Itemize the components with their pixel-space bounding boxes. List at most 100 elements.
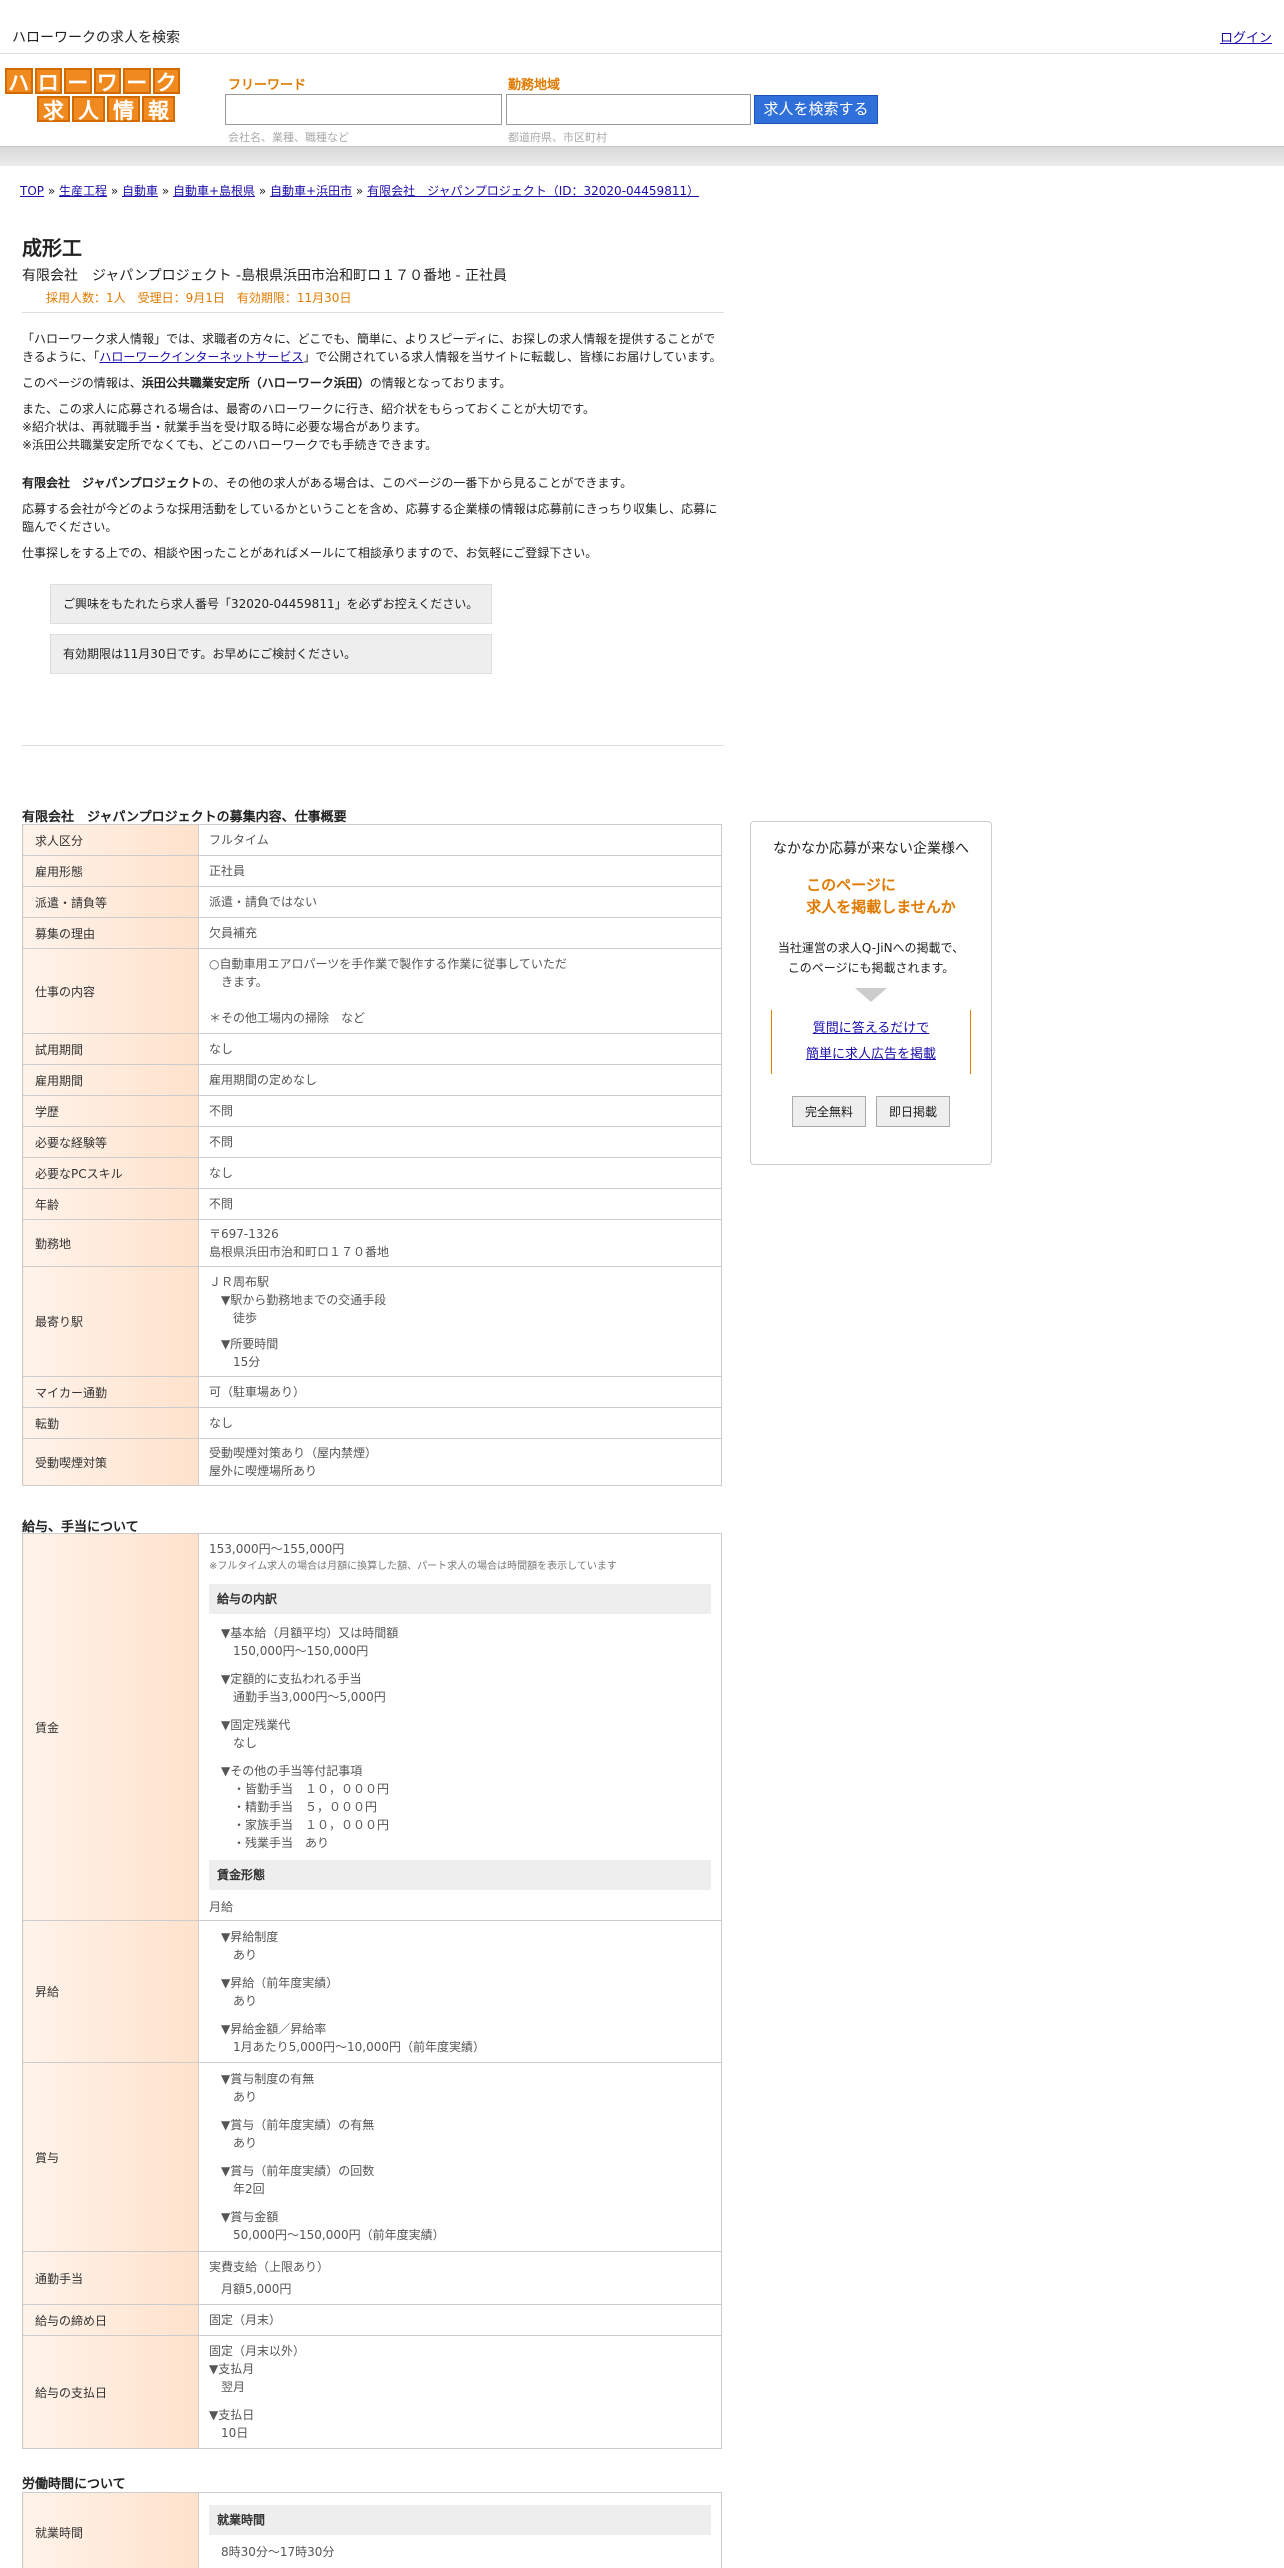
intro-paragraph: 応募する会社が今どのような採用活動をしているかということを含め、応募する企業様の… (22, 502, 718, 534)
ad-link-box: 質問に答えるだけで 簡単に求人広告を掲載 (771, 1010, 971, 1074)
row-value: 就業時間 8時30分〜17時30分 (198, 2492, 722, 2568)
area-input[interactable] (506, 94, 751, 125)
intro-paragraph: また、この求人に応募される場合は、最寄のハローワークに行き、紹介状をもらっておく… (22, 402, 596, 452)
table-row: 賞与 ▼賞与制度の有無 あり ▼賞与（前年度実績）の有無 あり ▼賞与（前年度実績）… (22, 2062, 722, 2252)
table-row: 仕事の内容 ○自動車用エアロパーツを手作業で製作する作業に従事していただ きます。… (22, 948, 722, 1034)
row-value: 可（駐車場あり） (198, 1376, 722, 1408)
row-value: なし (198, 1033, 722, 1065)
logo-char: ロ (34, 68, 62, 95)
area-label: 勤務地域 (508, 78, 561, 93)
row-label: 転勤 (22, 1407, 199, 1439)
row-label: 賞与 (22, 2062, 199, 2252)
table-row: 就業時間 就業時間 8時30分〜17時30分 (22, 2492, 722, 2568)
table-row: 学歴 不問 (22, 1095, 722, 1127)
row-value: ▼賞与制度の有無 あり ▼賞与（前年度実績）の有無 あり ▼賞与（前年度実績）の回数… (198, 2062, 722, 2252)
row-label: 学歴 (22, 1095, 199, 1127)
job-meta: 採用人数：1人 受理日：9月1日 有効期限：11月30日 (46, 291, 352, 305)
row-label: 受動喫煙対策 (22, 1438, 199, 1486)
breadcrumb-top[interactable]: TOP (20, 184, 44, 198)
expiry-notice: 有効期限は11月30日です。お早めにご検討ください。 (50, 634, 492, 674)
free-button[interactable]: 完全無料 (791, 1096, 866, 1127)
freeword-label: フリーワード (228, 78, 307, 93)
row-value: 不問 (198, 1188, 722, 1220)
breadcrumb-city[interactable]: 自動車+浜田市 (270, 184, 352, 198)
row-value: フルタイム (198, 824, 722, 856)
row-label: 募集の理由 (22, 917, 199, 949)
row-label: 賃金 (22, 1533, 199, 1921)
table-row: 賃金 153,000円〜155,000円 ※フルタイム求人の場合は月額に換算した… (22, 1533, 722, 1921)
job-title: 成形工 (22, 236, 82, 260)
table-row: 試用期間 なし (22, 1033, 722, 1065)
table-row: 最寄り駅 ＪＲ周布駅 ▼駅から勤務地までの交通手段 徒歩 ▼所要時間 15分 (22, 1266, 722, 1377)
row-value: 欠員補充 (198, 917, 722, 949)
logo-char: 報 (142, 96, 175, 123)
ad-link-questions[interactable]: 質問に答えるだけで (813, 1021, 930, 1036)
row-label: 試用期間 (22, 1033, 199, 1065)
section-title: 労働時間について (22, 2477, 126, 2492)
table-row: 派遣・請負等 派遣・請負ではない (22, 886, 722, 918)
row-label: 昇給 (22, 1920, 199, 2063)
breadcrumb-industry[interactable]: 自動車 (122, 184, 158, 198)
ad-heading: なかなか応募が来ない企業様へ (773, 841, 969, 857)
table-row: 受動喫煙対策 受動喫煙対策あり（屋内禁煙） 屋外に喫煙場所あり (22, 1438, 722, 1486)
job-subtitle: 有限会社 ジャパンプロジェクト -島根県浜田市治和町ロ１７０番地 - 正社員 (22, 268, 508, 284)
row-value: なし (198, 1407, 722, 1439)
logo-char: ー (64, 68, 92, 95)
ad-catchphrase: このページに 求人を掲載しませんか (806, 876, 956, 916)
row-value: 雇用期間の定めなし (198, 1064, 722, 1096)
table-row: マイカー通勤 可（駐車場あり） (22, 1376, 722, 1408)
intro-paragraph: 有限会社 ジャパンプロジェクトの、その他の求人がある場合は、このページの一番下か… (22, 476, 633, 490)
row-value: 不問 (198, 1126, 722, 1158)
freeword-hint: 会社名、業種、職種など (228, 131, 349, 144)
row-value: ＪＲ周布駅 ▼駅から勤務地までの交通手段 徒歩 ▼所要時間 15分 (198, 1266, 722, 1377)
row-label: 必要なPCスキル (22, 1157, 199, 1189)
ad-link-post[interactable]: 簡単に求人広告を掲載 (806, 1047, 936, 1062)
table-row: 必要な経験等 不問 (22, 1126, 722, 1158)
row-label: 給与の支払日 (22, 2335, 199, 2449)
divider-band (0, 146, 1284, 166)
breadcrumb-company[interactable]: 有限会社 ジャパンプロジェクト（ID：32020-04459811） (367, 184, 699, 198)
row-label: 給与の締め日 (22, 2304, 199, 2336)
row-label: 派遣・請負等 (22, 886, 199, 918)
breadcrumb: TOP » 生産工程 » 自動車 » 自動車+島根県 » 自動車+浜田市 » 有… (20, 184, 700, 198)
breadcrumb-prefecture[interactable]: 自動車+島根県 (173, 184, 255, 198)
same-day-button[interactable]: 即日掲載 (876, 1096, 951, 1127)
row-value: 実費支給（上限あり） 月額5,000円 (198, 2251, 722, 2305)
site-title: ハローワークの求人を検索 (12, 30, 180, 46)
section-title: 有限会社 ジャパンプロジェクトの募集内容、仕事概要 (22, 810, 347, 825)
divider (22, 745, 724, 746)
intro-paragraph: このページの情報は、浜田公共職業安定所（ハローワーク浜田）の情報となっております… (22, 376, 512, 390)
logo-char: ク (152, 68, 180, 95)
job-number-notice: ご興味をもたれたら求人番号「32020-04459811」を必ずお控えください。 (50, 584, 492, 624)
hellowork-logo[interactable]: ハ ロ ー ワ ー ク 求 人 情 報 (5, 68, 180, 125)
intro-paragraph: 仕事探しをする上での、相談や困ったことがあればメールにて相談承りますので、お気軽… (22, 546, 598, 560)
row-value: 固定（月末以外） ▼支払月 翌月 ▼支払日 10日 (198, 2335, 722, 2449)
row-value: 〒697-1326 島根県浜田市治和町ロ１７０番地 (198, 1219, 722, 1267)
table-row: 勤務地 〒697-1326 島根県浜田市治和町ロ１７０番地 (22, 1219, 722, 1267)
table-row: 年齢 不問 (22, 1188, 722, 1220)
breadcrumb-category[interactable]: 生産工程 (59, 184, 107, 198)
login-link[interactable]: ログイン (1220, 27, 1272, 46)
down-arrow-icon (855, 988, 887, 1002)
table-row: 雇用形態 正社員 (22, 855, 722, 887)
table-row: 転勤 なし (22, 1407, 722, 1439)
logo-char: ハ (5, 68, 33, 95)
row-label: 年齢 (22, 1188, 199, 1220)
table-row: 雇用期間 雇用期間の定めなし (22, 1064, 722, 1096)
hellowork-internet-service-link[interactable]: ハローワークインターネットサービス (99, 350, 303, 364)
logo-char: ワ (93, 68, 121, 95)
logo-char: 求 (37, 96, 70, 123)
top-bar: ハローワークの求人を検索 ログイン (0, 0, 1284, 54)
row-label: 雇用形態 (22, 855, 199, 887)
job-header: 成形工 有限会社 ジャパンプロジェクト -島根県浜田市治和町ロ１７０番地 - 正… (22, 232, 724, 306)
row-label: 最寄り駅 (22, 1266, 199, 1377)
freeword-input[interactable] (225, 94, 502, 125)
row-value: 正社員 (198, 855, 722, 887)
row-value: 固定（月末） (198, 2304, 722, 2336)
job-details-table: 求人区分 フルタイム 雇用形態 正社員 派遣・請負等 派遣・請負ではない 募集の理由欠… (22, 824, 722, 1486)
row-value: ▼昇給制度 あり ▼昇給（前年度実績） あり ▼昇給金額／昇給率 1月あたり5,000… (198, 1920, 722, 2063)
hours-table: 就業時間 就業時間 8時30分〜17時30分 (22, 2492, 722, 2568)
row-label: 勤務地 (22, 1219, 199, 1267)
row-value: 153,000円〜155,000円 ※フルタイム求人の場合は月額に換算した額、パ… (198, 1533, 722, 1921)
search-button[interactable]: 求人を検索する (754, 95, 878, 124)
